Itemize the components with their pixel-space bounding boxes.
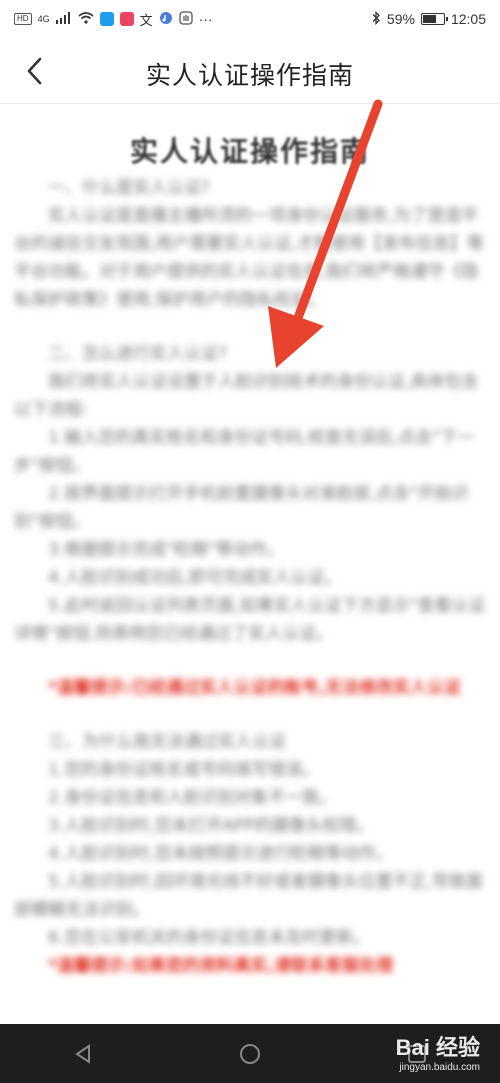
bluetooth-icon [371,10,381,28]
document-paragraph: 6.您在公安机关的身份证信息未及时更新。 [48,928,371,948]
document-paragraph: 一、什么是实人认证? [48,178,211,198]
battery-percent: 59% [386,11,415,27]
hd-indicator: HD [14,13,32,25]
nav-home-button[interactable] [230,1034,270,1074]
triangle-back-icon [75,1043,91,1064]
app-header: 实人认证操作指南 [0,38,500,104]
notes-app-icon [119,12,134,26]
document-paragraph: 三、为什么我无法通过实人认证 [48,732,286,752]
document-paragraph: 2.身份证信息和人脸识别对象不一致。 [48,788,337,808]
document-paragraph: 1.您的身份证姓名或号码填写错误。 [48,760,320,780]
battery-icon [420,13,448,25]
document-paragraph: *温馨提示:如果您的资料真实,请联系客服处理 [48,956,394,976]
search-app-icon [99,12,114,26]
page-title: 实人认证操作指南 [145,61,354,90]
document-paragraph: 5.人脸识别时,因环境光线不好或者摄像头位置不正,导致面部模糊无法识别。 [14,872,484,920]
circle-home-icon [239,1043,260,1064]
wifi-icon [78,11,94,27]
status-bar: HD 4G 文 ··· 59% 12:05 [0,0,500,38]
document-paragraph: 5.此时返回认证列表页面,如果实人认证下方显示"查看认证详情"按钮,则表明您已经… [14,596,486,644]
document-paragraph: 4.人脸识别成功后,即可完成实人认证。 [48,568,342,588]
document-title: 实人认证操作指南 [129,135,370,168]
gesture-icon [178,10,193,28]
watermark-brand: Bai 经验 [395,1035,480,1060]
document-paragraph: 我们将实人认证设置于人脸识别技术的身份认证,具体包含以下流程: [14,372,479,420]
nav-back-button[interactable] [63,1034,103,1074]
document-paragraph: 实人认证是直播主播所须的一项身份认证服务,为了营造平台的诚信交友氛围,用户需要实… [14,206,484,310]
document-content[interactable]: 实人认证操作指南 一、什么是实人认证? 实人认证是直播主播所须的一项身份认证服务,… [0,104,500,1024]
document-paragraph: 4.人脸识别时,您未按照提示进行眨眼等动作。 [48,844,393,864]
document-paragraph: 2.按界面提示打开手机前置摄像头对准脸部,点击"开始识别"按钮。 [14,484,469,532]
more-notifications: ··· [198,11,213,27]
translate-icon: 文 [139,12,153,28]
document-paragraph: 3.根据提示完成"眨眼"等动作。 [48,540,284,560]
music-icon [159,11,173,28]
clock: 12:05 [450,11,486,27]
baidu-watermark: Bai 经验 jingyan.baidu.com [396,1030,480,1073]
signal-bars-icon [55,11,72,27]
signal-indicator: 4G [37,14,50,24]
document-paragraph: 3.人脸识别时,您未打开APP的摄像头权限。 [48,816,374,836]
document-paragraph: 二、怎么进行实人认证? [48,344,228,364]
document-body: 一、什么是实人认证? 实人认证是直播主播所须的一项身份认证服务,为了营造平台的诚信… [14,174,486,980]
document-paragraph: 1.输入您的真实姓名和身份证号码,核查无误后,点击"下一步"按钮。 [14,428,474,476]
watermark-url: jingyan.baidu.com [399,1062,480,1073]
document-paragraph: *温馨提示:已经通过实人认证的账号,无法修改实人认证 [48,678,462,698]
